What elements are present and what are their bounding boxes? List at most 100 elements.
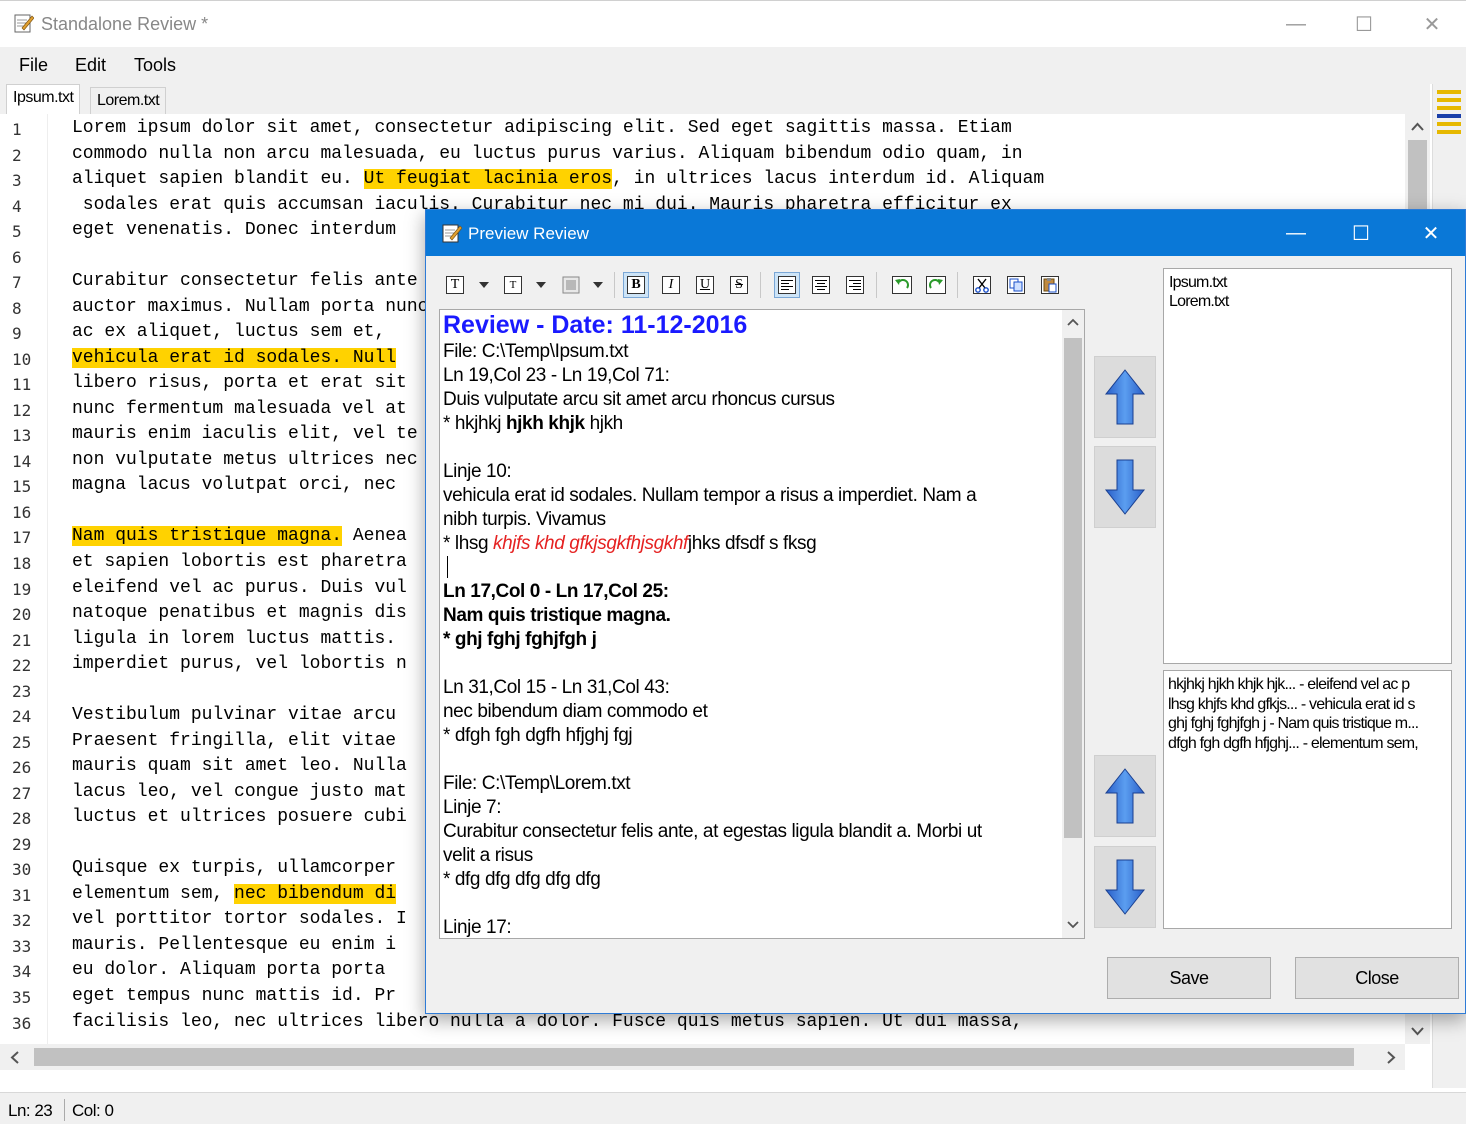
editor-horizontal-scroll-thumb[interactable]: [34, 1048, 1354, 1066]
font-size-button[interactable]: T: [500, 272, 526, 298]
strikethrough-button[interactable]: S: [726, 272, 752, 298]
file-list-item[interactable]: Lorem.txt: [1169, 292, 1446, 311]
line-number: 21: [12, 630, 32, 650]
save-button[interactable]: Save: [1107, 957, 1271, 999]
copy-button[interactable]: [1003, 272, 1029, 298]
scroll-down-icon[interactable]: [1067, 920, 1079, 929]
bold-icon: B: [627, 276, 645, 294]
review-scroll-thumb[interactable]: [1064, 338, 1082, 838]
close-dialog-button[interactable]: Close: [1295, 957, 1459, 999]
code-highlight[interactable]: Ut feugiat lacinia eros: [363, 169, 613, 190]
line-number: 13: [12, 426, 32, 446]
code-line: lacus leo, vel congue justo mat: [72, 782, 407, 802]
code-highlight[interactable]: Nam quis tristique magna.: [72, 526, 343, 547]
dialog-maximize-button[interactable]: ☐: [1326, 210, 1396, 256]
review-text: Duis vulputate arcu sit amet arcu rhoncu…: [443, 389, 835, 410]
move-file-down-button[interactable]: [1094, 446, 1156, 528]
comment-list-item[interactable]: lhsg khjfs khd gfkjs... - vehicula erat …: [1168, 695, 1447, 715]
menu-edit[interactable]: Edit: [75, 55, 106, 76]
paste-icon: [1041, 276, 1059, 294]
ruler-highlight-mark[interactable]: [1437, 90, 1461, 94]
move-comment-up-button[interactable]: [1094, 755, 1156, 837]
status-line: Ln: 23: [8, 1101, 53, 1120]
text-caret: [447, 556, 448, 578]
scroll-down-icon[interactable]: [1411, 1026, 1424, 1036]
line-number: 30: [12, 860, 32, 880]
dialog-minimize-button[interactable]: —: [1261, 210, 1331, 256]
line-number: 9: [12, 324, 22, 344]
tab-lorem[interactable]: Lorem.txt: [90, 87, 167, 114]
line-number: 11: [12, 375, 32, 395]
font-size-dropdown-icon[interactable]: [536, 282, 546, 288]
underline-button[interactable]: U: [692, 272, 718, 298]
review-text: jhks dfsdf s fksg: [687, 533, 817, 554]
dialog-app-icon: [442, 224, 462, 243]
cut-button[interactable]: [969, 272, 995, 298]
line-number: 1: [12, 120, 22, 139]
comment-list-item[interactable]: dfgh fgh dgfh hfjghj... - elementum sem,: [1168, 734, 1447, 754]
review-line: * hkjhkj hjkh khjk hjkh: [443, 412, 1061, 436]
undo-button[interactable]: [889, 272, 915, 298]
code-highlight[interactable]: nec bibendum di: [234, 883, 397, 904]
review-text: vehicula erat id sodales. Nullam tempor …: [443, 485, 977, 506]
comment-list-item[interactable]: hkjhkj hjkh khjk hjk... - eleifend vel a…: [1168, 675, 1447, 695]
ruler-highlight-mark[interactable]: [1437, 106, 1461, 110]
code-line: facilisis leo, nec ultrices libero nulla…: [72, 1012, 1023, 1032]
comment-list[interactable]: hkjhkj hjkh khjk hjk... - eleifend vel a…: [1163, 670, 1452, 929]
align-left-button[interactable]: [774, 272, 800, 298]
color-button[interactable]: [558, 272, 584, 298]
review-text: * dfgh fgh dgfh hfjghj fgj: [443, 725, 633, 746]
tab-ipsum[interactable]: Ipsum.txt: [6, 84, 81, 114]
line-number: 25: [12, 732, 32, 752]
code-text: natoque penatibus et magnis dis: [72, 603, 407, 624]
menu-tools[interactable]: Tools: [134, 55, 176, 76]
code-text: magna lacus volutpat orci, nec: [72, 475, 397, 496]
move-file-up-button[interactable]: [1094, 356, 1156, 438]
review-text: hjkh: [584, 413, 624, 434]
review-text: Curabitur consectetur felis ante, at ege…: [443, 821, 982, 842]
scroll-up-icon[interactable]: [1411, 122, 1424, 132]
review-text: Linje 7:: [443, 797, 502, 818]
review-line: * ghj fghj fghjfgh j: [443, 628, 1061, 652]
review-text: * dfg dfg dfg dfg dfg: [443, 869, 601, 890]
review-line: Nam quis tristique magna.: [443, 604, 1061, 628]
review-text: Ln 31,Col 15 - Ln 31,Col 43:: [443, 677, 670, 698]
editor-horizontal-scrollbar[interactable]: [0, 1044, 1405, 1070]
move-comment-down-button[interactable]: [1094, 846, 1156, 928]
close-button[interactable]: ✕: [1398, 1, 1466, 48]
line-number: 31: [12, 885, 32, 905]
menu-file[interactable]: File: [19, 55, 48, 76]
scroll-right-icon[interactable]: [1386, 1051, 1396, 1064]
dialog-close-button[interactable]: ✕: [1396, 210, 1466, 256]
review-text-box[interactable]: Review - Date: 11-12-2016 File: C:\Temp\I…: [439, 309, 1085, 939]
color-dropdown-icon[interactable]: [593, 282, 603, 288]
align-right-button[interactable]: [842, 272, 868, 298]
font-dropdown-icon[interactable]: [479, 282, 489, 288]
align-center-button[interactable]: [808, 272, 834, 298]
scroll-up-icon[interactable]: [1067, 318, 1079, 327]
code-text: mauris quam sit amet leo. Nulla: [72, 756, 407, 777]
code-line: magna lacus volutpat orci, nec: [72, 475, 396, 495]
minimize-button[interactable]: —: [1262, 1, 1330, 48]
code-text: Praesent fringilla, elit vitae: [72, 730, 407, 751]
comment-list-item[interactable]: ghj fghj fghjfgh j - Nam quis tristique …: [1168, 714, 1447, 734]
code-highlight[interactable]: vehicula erat id sodales. Null: [72, 347, 397, 368]
font-button[interactable]: T: [442, 272, 468, 298]
paste-button[interactable]: [1037, 272, 1063, 298]
line-number: 17: [12, 528, 32, 548]
italic-button[interactable]: I: [658, 272, 684, 298]
redo-button[interactable]: [923, 272, 949, 298]
review-scrollbar[interactable]: [1062, 310, 1084, 938]
ruler-highlight-mark[interactable]: [1437, 98, 1461, 102]
maximize-button[interactable]: ☐: [1330, 1, 1398, 48]
code-text: et sapien lobortis est pharetra: [72, 552, 407, 572]
bold-button[interactable]: B: [623, 272, 649, 298]
file-list-item[interactable]: Ipsum.txt: [1169, 273, 1446, 292]
review-text: nec bibendum diam commodo et: [443, 701, 708, 722]
ruler-highlight-mark[interactable]: [1437, 122, 1461, 126]
file-list[interactable]: Ipsum.txt Lorem.txt: [1163, 268, 1452, 664]
scroll-left-icon[interactable]: [10, 1051, 20, 1064]
code-text: commodo nulla non arcu malesuada, eu luc…: [72, 143, 1023, 164]
code-text: , in ultrices lacus interdum id. Aliquam: [612, 169, 1045, 190]
ruler-highlight-mark[interactable]: [1437, 130, 1461, 134]
